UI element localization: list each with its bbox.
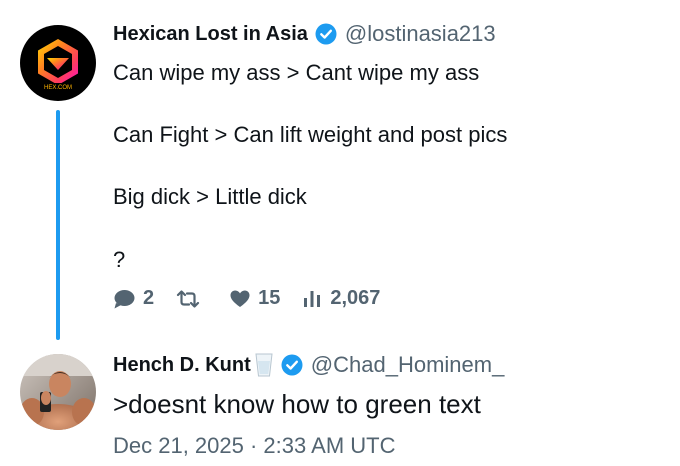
views-count: 2,067 [330, 287, 381, 309]
avatar-logo-text: HEX.COM [44, 85, 72, 91]
tweet1-header: Hexican Lost in Asia @lostinasia213 [113, 21, 496, 47]
tweet2-header: Hench D. Kunt @Chad_Hominem_ [113, 352, 504, 378]
muscular-man-avatar [20, 354, 96, 430]
author-name[interactable]: Hexican Lost in Asia [113, 23, 308, 46]
like-button[interactable]: 15 [230, 287, 280, 310]
verified-badge-icon [315, 23, 337, 45]
author-handle[interactable]: @lostinasia213 [345, 21, 496, 47]
thread-connector-line [56, 110, 60, 340]
bar-chart-icon [304, 290, 321, 307]
reply-count: 2 [143, 287, 155, 309]
avatar-hexican[interactable]: HEX.COM [20, 25, 96, 101]
like-count: 15 [258, 287, 281, 309]
tweet1-line-3: Big dick > Little dick [113, 184, 307, 209]
tweet2-text: >doesnt know how to green text [113, 389, 481, 419]
author-name[interactable]: Hench D. Kunt [113, 354, 251, 377]
verified-badge-icon [281, 354, 303, 376]
avatar-hench[interactable] [20, 354, 96, 430]
author-handle[interactable]: @Chad_Hominem_ [311, 352, 505, 378]
retweet-icon [177, 289, 200, 308]
views-button[interactable]: 2,067 [302, 287, 380, 310]
hex-logo-icon: HEX.COM [20, 25, 96, 101]
tweet1-line-2: Can Fight > Can lift weight and post pic… [113, 122, 508, 147]
heart-icon [230, 290, 250, 307]
reply-button[interactable]: 2 [113, 287, 154, 310]
tweet-timestamp[interactable]: Dec 21, 2025 · 2:33 AM UTC [113, 433, 395, 459]
retweet-button[interactable] [176, 289, 208, 308]
tweet1-line-1: Can wipe my ass > Cant wipe my ass [113, 60, 480, 85]
reply-icon [114, 289, 135, 308]
cup-emoji-icon [254, 353, 274, 377]
tweet1-action-bar: 2 15 2,067 [113, 287, 402, 310]
tweet1-line-4: ? [113, 247, 126, 272]
